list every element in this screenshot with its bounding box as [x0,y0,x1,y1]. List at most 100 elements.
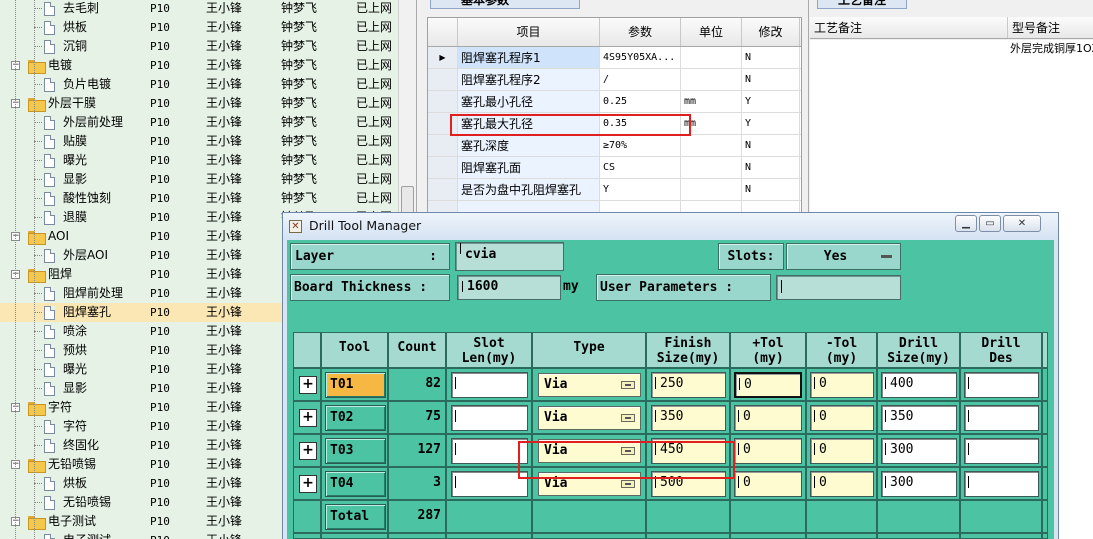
parameter-row[interactable]: 塞孔最大孔径 0.35 mm Y [428,113,801,135]
tab-basic-params[interactable]: 基本参数 [430,0,580,9]
tree-row[interactable]: − 外层干膜 P10 王小锋 钟梦飞 已上网 [0,94,400,113]
parameter-value[interactable]: / [600,69,681,90]
finish-size-input[interactable]: 450 [651,438,726,464]
parameter-value[interactable]: ≥70% [600,135,681,156]
parameter-name: 阻焊塞孔面 [458,157,600,178]
plus-tol-input[interactable]: 0 [734,372,802,398]
expand-row-button[interactable]: + [299,409,317,427]
type-cell: Via [532,401,646,434]
slot-len-input[interactable] [451,372,528,398]
tree-row[interactable]: 沉铜 P10 王小锋 钟梦飞 已上网 [0,37,400,56]
drill-size-input[interactable]: 350 [881,405,957,431]
col-process-remark[interactable]: 工艺备注 [810,17,1008,38]
col-item[interactable]: 项目 [458,18,600,46]
type-dropdown[interactable]: Via [538,373,641,397]
minus-tol-input[interactable]: 0 [810,438,874,464]
user-parameters-field[interactable] [776,275,901,300]
minimize-button[interactable]: ▁ [955,215,977,232]
header-type: Type [532,332,646,368]
minus-tol-input[interactable]: 0 [810,405,874,431]
total-button[interactable]: Total [325,504,386,530]
slots-dropdown[interactable]: Yes [786,243,901,270]
drill-des-input[interactable] [964,372,1039,398]
tree-col-operator: 王小锋 [206,381,243,395]
parameter-grid[interactable]: 项目 参数 单位 修改 ▶ 阻焊塞孔程序1 4S95Y05XA... N 阻焊塞孔程序2… [427,17,802,224]
board-thickness-field[interactable]: 1600 [457,275,561,300]
tree-row[interactable]: 烘板 P10 王小锋 钟梦飞 已上网 [0,18,400,37]
tab-process-remark[interactable]: 工艺备注 [817,0,907,9]
parameter-row[interactable]: 阻焊塞孔面 CS N [428,157,801,179]
drill-size-input[interactable]: 400 [881,372,957,398]
tool-button[interactable]: T02 [325,405,386,431]
parameter-modify[interactable]: N [742,179,800,200]
tree-row[interactable]: − 电镀 P10 王小锋 钟梦飞 已上网 [0,56,400,75]
maximize-button[interactable]: ▭ [979,215,1001,232]
drill-size-input[interactable]: 300 [881,471,957,497]
tree-node-label: 退膜 [63,210,88,224]
tree-col-operator: 王小锋 [206,305,243,319]
minus-tol-input[interactable]: 0 [810,372,874,398]
parameter-modify[interactable]: N [742,69,800,90]
parameter-modify[interactable]: N [742,157,800,178]
tree-row[interactable]: 酸性蚀刻 P10 王小锋 钟梦飞 已上网 [0,189,400,208]
col-model-remark[interactable]: 型号备注 [1008,17,1093,38]
parameter-value[interactable]: CS [600,157,681,178]
drill-des-input[interactable] [964,471,1039,497]
parameter-row[interactable]: 塞孔最小孔径 0.25 mm Y [428,91,801,113]
parameter-value[interactable]: 0.25 [600,91,681,112]
parameter-value[interactable]: Y [600,179,681,200]
parameter-value[interactable]: 0.35 [600,113,681,134]
plus-tol-input[interactable]: 0 [734,438,802,464]
drill-des-input[interactable] [964,438,1039,464]
parameter-value[interactable]: 4S95Y05XA... [600,47,681,68]
plus-tol-input[interactable]: 0 [734,471,802,497]
parameter-modify[interactable]: N [742,135,800,156]
col-unit[interactable]: 单位 [681,18,742,46]
close-button[interactable]: ✕ [1003,215,1041,232]
slot-cell [446,467,532,500]
tree-col-operator: 王小锋 [206,495,243,509]
text-cursor-icon [739,378,742,390]
slot-len-input[interactable] [451,471,528,497]
expand-row-button[interactable]: + [299,376,317,394]
parameter-modify[interactable]: N [742,47,800,68]
finish-size-input[interactable]: 350 [651,405,726,431]
tool-button[interactable]: T04 [325,471,386,497]
tree-row[interactable]: 显影 P10 王小锋 钟梦飞 已上网 [0,170,400,189]
parameter-modify[interactable]: Y [742,91,800,112]
tree-row[interactable]: 曝光 P10 王小锋 钟梦飞 已上网 [0,151,400,170]
finish-size-input[interactable]: 500 [651,471,726,497]
tree-row[interactable]: 去毛刺 P10 王小锋 钟梦飞 已上网 [0,0,400,18]
plus-tol-input[interactable]: 0 [734,405,802,431]
tree-node-label: 烘板 [63,20,88,34]
slot-len-input[interactable] [451,405,528,431]
drill-des-input[interactable] [964,405,1039,431]
slot-len-input[interactable] [451,438,528,464]
parameter-row[interactable]: ▶ 阻焊塞孔程序1 4S95Y05XA... N [428,47,801,69]
tool-button[interactable]: T01 [325,372,386,398]
count-cell: 127 [388,434,446,467]
type-dropdown[interactable]: Via [538,472,641,496]
drill-size-input[interactable]: 300 [881,438,957,464]
tree-row[interactable]: 负片电镀 P10 王小锋 钟梦飞 已上网 [0,75,400,94]
col-param[interactable]: 参数 [600,18,681,46]
tool-button[interactable]: T03 [325,438,386,464]
parameter-row[interactable]: 塞孔深度 ≥70% N [428,135,801,157]
expand-row-button[interactable]: + [299,475,317,493]
expand-row-button[interactable]: + [299,442,317,460]
col-modify[interactable]: 修改 [742,18,800,46]
model-remark-cell[interactable]: 外层完成铜厚1OZ [1010,40,1093,56]
type-dropdown[interactable]: Via [538,439,641,463]
window-titlebar[interactable]: ✕ Drill Tool Manager ▁ ▭ ✕ [283,213,1058,240]
tree-row[interactable]: 外层前处理 P10 王小锋 钟梦飞 已上网 [0,113,400,132]
tree-row[interactable]: 贴膜 P10 王小锋 钟梦飞 已上网 [0,132,400,151]
folder-icon [28,516,46,530]
parameter-row[interactable]: 阻焊塞孔程序2/ N [428,69,801,91]
type-dropdown[interactable]: Via [538,406,641,430]
parameter-row[interactable]: 是否为盘中孔阻焊塞孔 Y N [428,179,801,201]
dropdown-icon [621,480,635,488]
layer-field[interactable]: cvia [455,242,564,271]
minus-tol-input[interactable]: 0 [810,471,874,497]
finish-size-input[interactable]: 250 [651,372,726,398]
parameter-modify[interactable]: Y [742,113,800,134]
